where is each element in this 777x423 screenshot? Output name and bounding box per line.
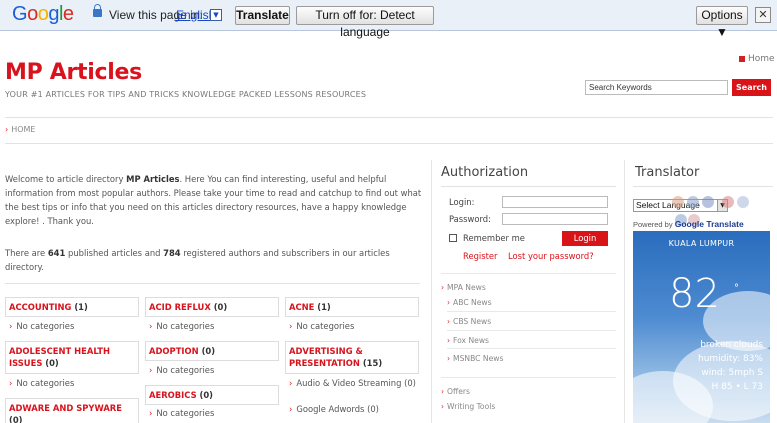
weather-temperature: 82: [669, 271, 720, 317]
side-link-offers[interactable]: › Offers: [441, 387, 470, 396]
category-empty-note: › No categories: [149, 365, 215, 375]
divider: [441, 273, 616, 274]
nav-home[interactable]: › HOME: [5, 125, 35, 134]
category-empty-note: › No categories: [9, 378, 75, 388]
divider: [431, 160, 432, 423]
site-tagline: YOUR #1 ARTICLES FOR TIPS AND TRICKS KNO…: [5, 90, 367, 99]
weather-city: KUALA LUMPUR: [668, 239, 735, 248]
google-logo: Google: [12, 3, 74, 25]
translator-title: Translator: [635, 165, 700, 180]
powered-by: Powered by Google Translate: [633, 219, 744, 229]
category-aerobics[interactable]: AEROBICS (0): [145, 385, 279, 405]
category-empty-note: › No categories: [149, 321, 215, 331]
divider: [624, 160, 625, 423]
social-icon[interactable]: [722, 196, 734, 208]
home-link[interactable]: Home: [739, 54, 775, 64]
login-label: Login:: [449, 197, 475, 207]
stats-text: There are 641 published articles and 784…: [5, 248, 390, 272]
subcategory-audio-video[interactable]: › Audio & Video Streaming (0): [289, 377, 419, 390]
side-link-abc-news[interactable]: › ABC News: [447, 298, 492, 307]
category-adware-spyware[interactable]: ADWARE AND SPYWARE (0): [5, 398, 139, 423]
welcome-text: Welcome to article directory MP Articles…: [5, 174, 422, 226]
options-button[interactable]: Options ▼: [696, 6, 748, 39]
category-empty-note: › No categories: [149, 408, 215, 418]
divider: [441, 186, 616, 187]
turn-off-button[interactable]: Turn off for: Detect language: [296, 6, 434, 39]
divider: [633, 186, 773, 187]
category-empty-note: › No categories: [289, 321, 355, 331]
search-input[interactable]: Search Keywords: [585, 80, 728, 95]
social-icon[interactable]: [737, 196, 749, 208]
remember-checkbox[interactable]: [449, 234, 457, 242]
category-adoption[interactable]: ADOPTION (0): [145, 341, 279, 361]
side-link-writing-tools[interactable]: › Writing Tools: [441, 402, 495, 411]
social-icon[interactable]: [672, 196, 684, 208]
divider: [5, 143, 773, 144]
side-link-cbs-news[interactable]: › CBS News: [447, 317, 491, 326]
weather-wind: wind: 5mph S: [701, 368, 763, 378]
lock-icon: [93, 4, 102, 17]
search-button[interactable]: Search: [732, 79, 771, 96]
translate-button[interactable]: Translate: [235, 6, 290, 25]
category-empty-note: › No categories: [9, 321, 75, 331]
divider: [447, 311, 616, 312]
divider: [447, 348, 616, 349]
weather-humidity: humidity: 83%: [698, 354, 763, 364]
subcategory-google-adwords[interactable]: › Google Adwords (0): [289, 403, 379, 416]
side-link-fox-news[interactable]: › Fox News: [447, 336, 489, 345]
divider: [5, 117, 773, 118]
side-link-msnbc-news[interactable]: › MSNBC News: [447, 354, 503, 363]
site-title[interactable]: MP Articles: [5, 60, 142, 85]
category-acne[interactable]: ACNE (1): [285, 297, 419, 317]
side-link-mpa-news[interactable]: › MPA News: [441, 283, 486, 292]
password-field[interactable]: [502, 213, 608, 225]
close-icon[interactable]: ✕: [755, 7, 771, 23]
social-icon[interactable]: [687, 196, 699, 208]
social-icon[interactable]: [702, 196, 714, 208]
translate-bar: Google View this page in: English ▼ Tran…: [0, 0, 777, 39]
weather-condition: broken clouds: [700, 340, 763, 350]
weather-widget: KUALA LUMPUR 82 ° broken clouds humidity…: [633, 231, 770, 423]
login-field[interactable]: [502, 196, 608, 208]
remember-label: Remember me: [463, 233, 525, 243]
lost-password-link[interactable]: Lost your password?: [508, 251, 594, 261]
chevron-down-icon[interactable]: ▼: [210, 9, 222, 21]
category-accounting[interactable]: ACCOUNTING (1): [5, 297, 139, 317]
category-adolescent-health[interactable]: ADOLESCENT HEALTH ISSUES (0): [5, 341, 139, 374]
register-link[interactable]: Register: [463, 251, 497, 261]
auth-title: Authorization: [441, 165, 529, 180]
password-label: Password:: [449, 214, 491, 224]
login-button[interactable]: Login: [562, 231, 608, 246]
weather-hilo: H 85 • L 73: [711, 382, 763, 392]
weather-degree: °: [734, 283, 739, 294]
divider: [441, 377, 616, 378]
divider: [5, 283, 420, 284]
category-advertising[interactable]: ADVERTISING & PRESENTATION (15): [285, 341, 419, 374]
divider: [447, 330, 616, 331]
category-acid-reflux[interactable]: ACID REFLUX (0): [145, 297, 279, 317]
